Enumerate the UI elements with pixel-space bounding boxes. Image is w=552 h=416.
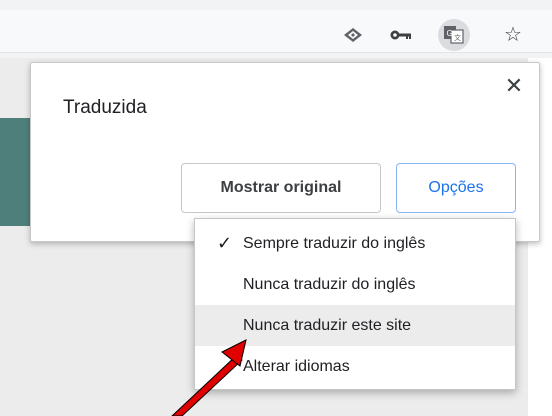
extension-icon[interactable] bbox=[340, 22, 366, 48]
menu-item-label: Sempre traduzir do inglês bbox=[243, 234, 426, 252]
options-button[interactable]: Opções bbox=[396, 163, 516, 213]
check-icon: ✓ bbox=[217, 233, 233, 253]
options-menu: ✓ Sempre traduzir do inglês Nunca traduz… bbox=[194, 218, 516, 390]
key-icon[interactable] bbox=[388, 22, 414, 48]
browser-toolbar: G文 ☆ bbox=[0, 0, 552, 58]
bubble-title: Traduzida bbox=[63, 97, 147, 118]
menu-item-always-translate[interactable]: ✓ Sempre traduzir do inglês bbox=[195, 223, 515, 264]
show-original-button[interactable]: Mostrar original bbox=[181, 163, 381, 213]
translate-bubble: Traduzida ✕ Mostrar original Opções bbox=[30, 62, 540, 242]
close-icon[interactable]: ✕ bbox=[503, 73, 525, 98]
menu-item-label: Alterar idiomas bbox=[243, 357, 350, 375]
menu-item-never-translate-site[interactable]: Nunca traduzir este site bbox=[195, 305, 515, 346]
menu-item-change-languages[interactable]: Alterar idiomas bbox=[195, 346, 515, 387]
svg-text:G: G bbox=[447, 29, 453, 38]
menu-item-label: Nunca traduzir este site bbox=[243, 316, 412, 334]
star-icon[interactable]: ☆ bbox=[500, 22, 526, 48]
translate-icon[interactable]: G文 bbox=[438, 19, 470, 51]
menu-item-never-translate-language[interactable]: Nunca traduzir do inglês bbox=[195, 264, 515, 305]
menu-item-label: Nunca traduzir do inglês bbox=[243, 275, 416, 293]
svg-text:文: 文 bbox=[454, 33, 461, 42]
